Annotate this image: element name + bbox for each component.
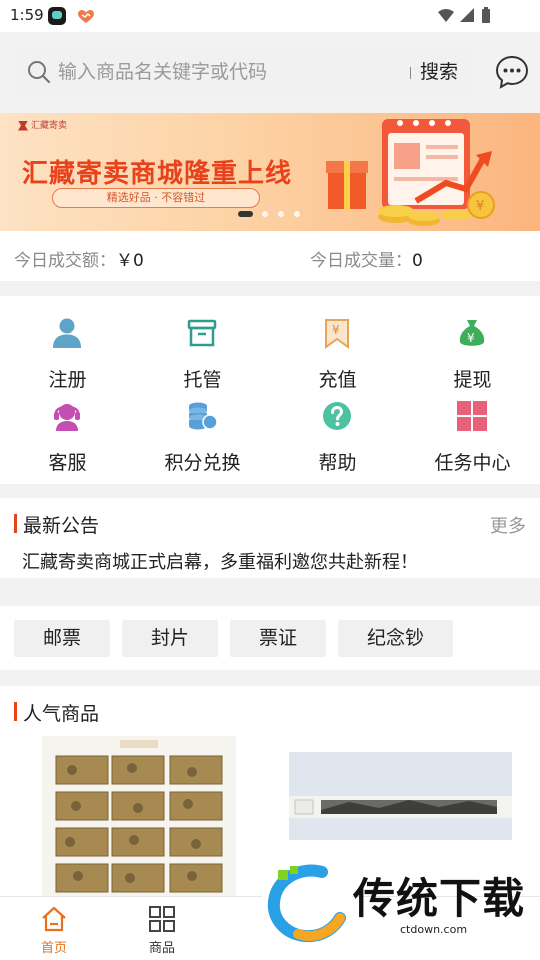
volume-label: 今日成交量： bbox=[310, 251, 412, 271]
heart-notification-icon bbox=[78, 9, 94, 23]
search-button[interactable]: 搜索 bbox=[420, 57, 458, 84]
banner-dot-4[interactable] bbox=[294, 211, 300, 217]
product-card-great-wall-sheet[interactable] bbox=[289, 752, 512, 840]
banner-title: 汇藏寄卖商城隆重上线 bbox=[22, 159, 293, 189]
recharge-button[interactable]: ¥ 充值 bbox=[270, 317, 405, 399]
watermark: 传统下载 ctdown.com bbox=[262, 862, 532, 946]
notice-accent-bar bbox=[14, 514, 17, 533]
great-wall-stamp-image bbox=[289, 752, 512, 840]
search-input[interactable] bbox=[58, 43, 408, 101]
banner-pagination bbox=[238, 211, 308, 217]
help-label: 帮助 bbox=[318, 452, 357, 474]
tag-banknotes[interactable]: 纪念钞 bbox=[338, 620, 453, 657]
customer-service-label: 客服 bbox=[48, 452, 87, 474]
register-label: 注册 bbox=[48, 369, 87, 391]
svg-text:¥: ¥ bbox=[476, 199, 484, 214]
turnover-value: ￥0 bbox=[116, 251, 144, 271]
home-icon bbox=[42, 906, 66, 932]
signal-battery-icon bbox=[438, 7, 490, 23]
coin-stack-icon bbox=[189, 402, 218, 430]
help-circle-icon bbox=[323, 402, 351, 430]
notice-title: 最新公告 bbox=[23, 515, 100, 537]
turnover-label: 今日成交额： bbox=[14, 251, 116, 271]
svg-text:¥: ¥ bbox=[467, 331, 475, 345]
svg-text:¥: ¥ bbox=[332, 323, 340, 337]
watermark-url: ctdown.com bbox=[400, 923, 468, 936]
turnover-stat: 今日成交额：￥0 bbox=[14, 246, 144, 271]
daily-stats: 今日成交额：￥0 今日成交量：0 bbox=[0, 231, 540, 281]
notice-more-link[interactable]: 更多 bbox=[490, 512, 526, 538]
tag-tickets[interactable]: 票证 bbox=[230, 620, 326, 657]
search-icon bbox=[28, 61, 51, 84]
yuan-envelope-icon: ¥ bbox=[325, 319, 349, 349]
app-notification-icon bbox=[48, 7, 66, 25]
status-bar: 1:59 bbox=[0, 0, 540, 32]
banner-logo: 汇藏寄卖 bbox=[18, 118, 67, 131]
popular-title: 人气商品 bbox=[23, 703, 100, 725]
customer-service-button[interactable]: 客服 bbox=[0, 400, 135, 482]
help-button[interactable]: 帮助 bbox=[270, 400, 405, 482]
volume-stat: 今日成交量：0 bbox=[310, 246, 423, 271]
stamp-sheet-image bbox=[42, 736, 236, 896]
grid-apps-icon bbox=[149, 906, 175, 932]
status-time: 1:59 bbox=[10, 6, 44, 24]
nav-home-label: 首页 bbox=[40, 941, 67, 956]
nav-products[interactable]: 商品 bbox=[108, 897, 216, 960]
headset-icon bbox=[54, 404, 80, 431]
withdraw-label: 提现 bbox=[453, 369, 492, 391]
task-center-label: 任务中心 bbox=[434, 452, 511, 474]
withdraw-button[interactable]: ¥ 提现 bbox=[405, 317, 540, 399]
tag-covers[interactable]: 封片 bbox=[122, 620, 218, 657]
register-button[interactable]: 注册 bbox=[0, 317, 135, 399]
notice-item[interactable]: 汇藏寄卖商城正式启幕，多重福利邀您共赴新程！ bbox=[22, 548, 418, 574]
popular-accent-bar bbox=[14, 702, 17, 721]
money-bag-icon: ¥ bbox=[459, 320, 485, 346]
message-icon[interactable] bbox=[493, 53, 531, 91]
notice-section: 最新公告 更多 汇藏寄卖商城正式启幕，多重福利邀您共赴新程！ bbox=[0, 498, 540, 578]
points-exchange-button[interactable]: 积分兑换 bbox=[135, 400, 270, 482]
search-divider bbox=[410, 67, 411, 79]
promo-banner[interactable]: 汇藏寄卖 汇藏寄卖商城隆重上线 精选好品 · 不容错过 ¥ bbox=[0, 113, 540, 231]
custody-button[interactable]: 托管 bbox=[135, 317, 270, 399]
banner-logo-text: 汇藏寄卖 bbox=[31, 121, 68, 131]
recharge-label: 充值 bbox=[318, 369, 357, 391]
search-bar: 搜索 bbox=[14, 43, 475, 101]
watermark-text: 传统下载 bbox=[353, 874, 526, 923]
volume-value: 0 bbox=[412, 251, 423, 271]
nav-products-label: 商品 bbox=[148, 941, 175, 956]
watermark-logo-icon bbox=[262, 862, 352, 946]
archive-box-icon bbox=[187, 319, 217, 347]
calendar-coins-illustration: ¥ bbox=[326, 119, 495, 226]
category-tags: 邮票 封片 票证 纪念钞 bbox=[0, 606, 540, 670]
task-center-button[interactable]: 任务中心 bbox=[405, 400, 540, 482]
points-exchange-label: 积分兑换 bbox=[164, 452, 241, 474]
quick-actions-grid: 注册 托管 ¥ 充值 ¥ 提现 客服 积分兑换 帮助 任务中心 bbox=[0, 296, 540, 484]
banner-dot-3[interactable] bbox=[278, 211, 284, 217]
product-card-stamp-sheet[interactable] bbox=[42, 736, 236, 896]
banner-subtitle: 精选好品 · 不容错过 bbox=[52, 188, 260, 208]
grid-icon bbox=[457, 401, 487, 431]
banner-dot-2[interactable] bbox=[262, 211, 268, 217]
custody-label: 托管 bbox=[183, 369, 222, 391]
banner-dot-1[interactable] bbox=[238, 211, 253, 217]
tag-stamps[interactable]: 邮票 bbox=[14, 620, 110, 657]
nav-home[interactable]: 首页 bbox=[0, 897, 108, 960]
user-icon bbox=[53, 318, 81, 348]
